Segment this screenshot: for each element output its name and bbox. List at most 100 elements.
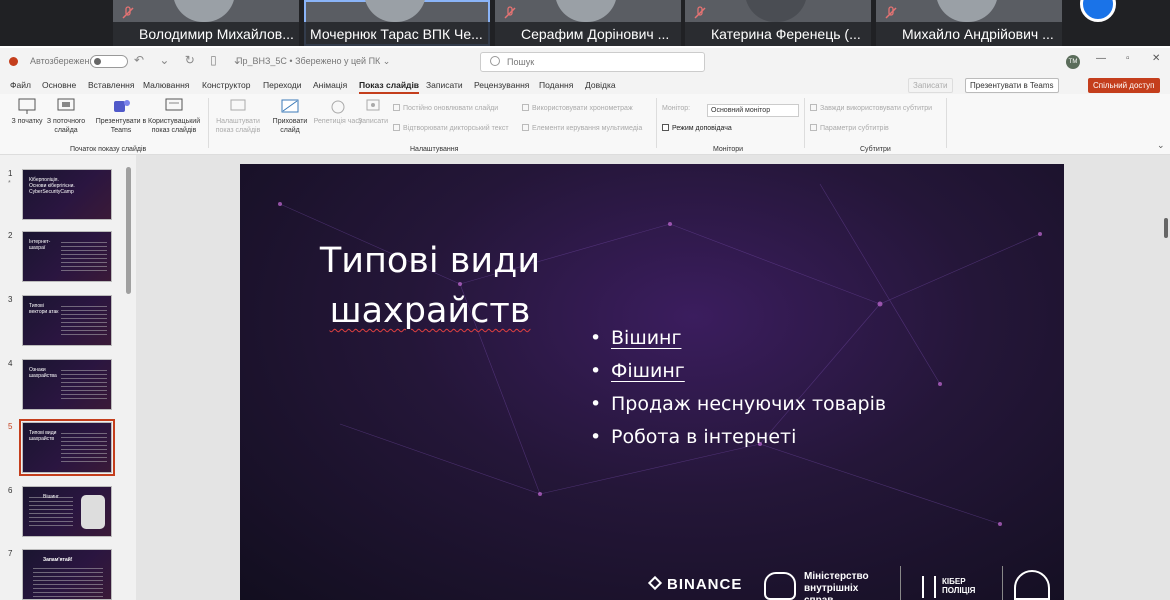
present-in-teams-ribbon-button[interactable]: Презентувати в Teams xyxy=(95,98,147,135)
thumb-number: 2 xyxy=(8,231,13,240)
bullet-item: Робота в інтернеті xyxy=(590,421,886,454)
slide-thumbnail[interactable]: Інтернет-шахраї xyxy=(22,231,112,282)
tab-home[interactable]: Основне xyxy=(42,80,76,90)
binance-logo: BINANCE xyxy=(647,575,742,593)
slideshow-start-icon xyxy=(18,98,36,114)
tab-design[interactable]: Конструктор xyxy=(202,80,250,90)
setup-show-button[interactable]: Налаштувати показ слайдів xyxy=(212,98,264,135)
present-in-teams-button[interactable]: Презентувати в Teams xyxy=(965,78,1059,93)
participant-tile[interactable]: Михайло Андрійович ... xyxy=(876,0,1062,46)
participant-tile[interactable]: Катерина Ференець (... xyxy=(685,0,871,46)
hide-slide-icon xyxy=(281,99,299,113)
slide-thumbnail[interactable]: Ознаки шахрайства xyxy=(22,359,112,410)
group-label-setup: Налаштування xyxy=(410,146,459,153)
editor-scrollbar[interactable] xyxy=(1164,218,1168,238)
thumbnails-scrollbar[interactable] xyxy=(126,167,131,294)
partner-logos: BINANCE Міністерство внутрішніх справ КІ… xyxy=(647,564,1064,600)
group-label-monitors: Монітори xyxy=(713,146,744,153)
always-use-subtitles-checkbox[interactable]: Завжди використовувати субтитри xyxy=(810,104,932,112)
tab-draw[interactable]: Малювання xyxy=(143,80,189,90)
tab-transitions[interactable]: Переходи xyxy=(263,80,302,90)
meeting-control-button[interactable] xyxy=(1080,0,1116,22)
partner-emblem-icon xyxy=(1014,570,1050,600)
slide-thumbnail[interactable]: Запам'ятай! xyxy=(22,549,112,600)
tab-review[interactable]: Рецензування xyxy=(474,80,529,90)
minimize-icon[interactable]: — xyxy=(1096,53,1106,64)
tab-help[interactable]: Довідка xyxy=(585,80,616,90)
record-ribbon-button[interactable]: Записати xyxy=(347,98,399,127)
thumb-number: 4 xyxy=(8,359,13,368)
participant-name: Серафим Дорінович ... xyxy=(495,22,681,46)
from-beginning-label: З початку xyxy=(11,118,43,125)
slide-thumbnail[interactable]: Вішинг xyxy=(22,486,112,537)
tab-slideshow[interactable]: Показ слайдів xyxy=(359,80,420,94)
tab-insert[interactable]: Вставлення xyxy=(88,80,134,90)
monitor-select[interactable]: Основний монітор xyxy=(707,104,799,117)
timer-icon xyxy=(331,100,345,114)
quick-access-toolbar[interactable]: ↶ ⌄ ↻ ▯ ⌄ xyxy=(134,53,248,67)
slide-thumbnail-current[interactable]: Типові види шахрайств xyxy=(19,419,115,476)
from-current-button[interactable]: З поточного слайда xyxy=(40,98,92,135)
collapse-ribbon-icon[interactable]: ⌄ xyxy=(1157,140,1165,151)
setup-icon xyxy=(230,99,246,111)
mic-muted-icon xyxy=(122,6,134,19)
ribbon-tabs: Файл Основне Вставлення Малювання Констр… xyxy=(0,76,1170,94)
binance-diamond-icon xyxy=(647,575,663,591)
bullet-item: Продаж неснуючих товарів xyxy=(590,388,886,421)
tab-file[interactable]: Файл xyxy=(10,80,31,90)
phone-image xyxy=(81,495,105,529)
share-button[interactable]: Спільний доступ xyxy=(1088,78,1160,93)
present-in-teams-label: Презентувати в Teams xyxy=(95,118,147,134)
subtitle-settings-button[interactable]: Параметри субтитрів xyxy=(810,124,889,132)
tab-record[interactable]: Записати xyxy=(426,80,463,90)
participant-name: Михайло Андрійович ... xyxy=(876,22,1062,46)
maximize-icon[interactable]: ▫ xyxy=(1126,53,1130,64)
bullet-item: Фішинг xyxy=(590,355,886,388)
bullet-item: Вішинг xyxy=(590,322,886,355)
participant-name: Мочернюк Тарас ВПК Че... xyxy=(304,22,490,46)
participant-tile[interactable]: Мочернюк Тарас ВПК Че... xyxy=(304,0,490,46)
title-bar: Автозбереження ↶ ⌄ ↻ ▯ ⌄ Пр_ВНЗ_5С • Збе… xyxy=(0,48,1170,76)
user-avatar[interactable]: ТМ xyxy=(1066,55,1080,69)
participant-name: Володимир Михайлов... xyxy=(113,22,299,46)
thumb-number: 7 xyxy=(8,549,13,558)
slide-thumbnail[interactable]: Типові вектори атак xyxy=(22,295,112,346)
document-title[interactable]: Пр_ВНЗ_5С • Збережено у цей ПК ⌄ xyxy=(236,56,390,67)
record-ribbon-label: Записати xyxy=(357,118,389,125)
slideshow-current-icon xyxy=(57,98,75,111)
close-icon[interactable]: ✕ xyxy=(1152,53,1160,64)
participant-tile[interactable]: Володимир Михайлов... xyxy=(113,0,299,46)
tab-view[interactable]: Подання xyxy=(539,80,573,90)
participant-name: Катерина Ференець (... xyxy=(685,22,871,46)
current-slide[interactable]: Типові види шахрайств Вішинг Фішинг Прода… xyxy=(240,164,1064,600)
monitor-label: Монітор: xyxy=(662,105,691,112)
slide-thumbnail[interactable]: Кіберполіція. Основи кібергігієни. Cyber… xyxy=(22,169,112,220)
custom-slideshow-button[interactable]: Користувацький показ слайдів xyxy=(148,98,200,135)
hide-slide-button[interactable]: Приховати слайд xyxy=(264,98,316,135)
teams-icon xyxy=(114,100,130,112)
custom-show-icon xyxy=(165,98,183,111)
autosave-toggle[interactable] xyxy=(90,55,128,68)
media-controls-checkbox[interactable]: Елементи керування мультимедіа xyxy=(522,124,642,132)
search-icon xyxy=(490,56,500,66)
tab-animations[interactable]: Анімація xyxy=(313,80,347,90)
custom-slideshow-label: Користувацький показ слайдів xyxy=(148,118,201,134)
participant-tile[interactable]: Серафим Дорінович ... xyxy=(495,0,681,46)
cyberpolice-logo-text: КІБЕР ПОЛІЦІЯ xyxy=(942,577,976,595)
thumb-number: 3 xyxy=(8,295,13,304)
slide-title[interactable]: Типові види шахрайств xyxy=(280,236,580,336)
mic-muted-icon xyxy=(694,6,706,19)
hide-slide-label: Приховати слайд xyxy=(272,118,308,134)
mvs-logo-text: Міністерство внутрішніх справ xyxy=(804,571,869,600)
slide-title-line1: Типові види xyxy=(319,241,541,281)
presenter-view-checkbox[interactable]: Режим доповідача xyxy=(662,124,732,132)
thumb-number-current: 5 xyxy=(8,422,13,431)
search-box[interactable]: Пошук xyxy=(480,52,705,72)
slide-bullet-list[interactable]: Вішинг Фішинг Продаж неснуючих товарів Р… xyxy=(590,322,886,454)
use-timings-checkbox[interactable]: Використовувати хронометраж xyxy=(522,104,633,112)
ribbon-slideshow: З початку З поточного слайда Презентуват… xyxy=(0,94,1170,155)
play-narrations-checkbox[interactable]: Відтворювати дикторський текст xyxy=(393,124,509,132)
keep-slides-updated-checkbox[interactable]: Постійно оновлювати слайди xyxy=(393,104,498,112)
powerpoint-logo-icon xyxy=(9,57,18,66)
record-button[interactable]: Записати xyxy=(908,78,953,93)
